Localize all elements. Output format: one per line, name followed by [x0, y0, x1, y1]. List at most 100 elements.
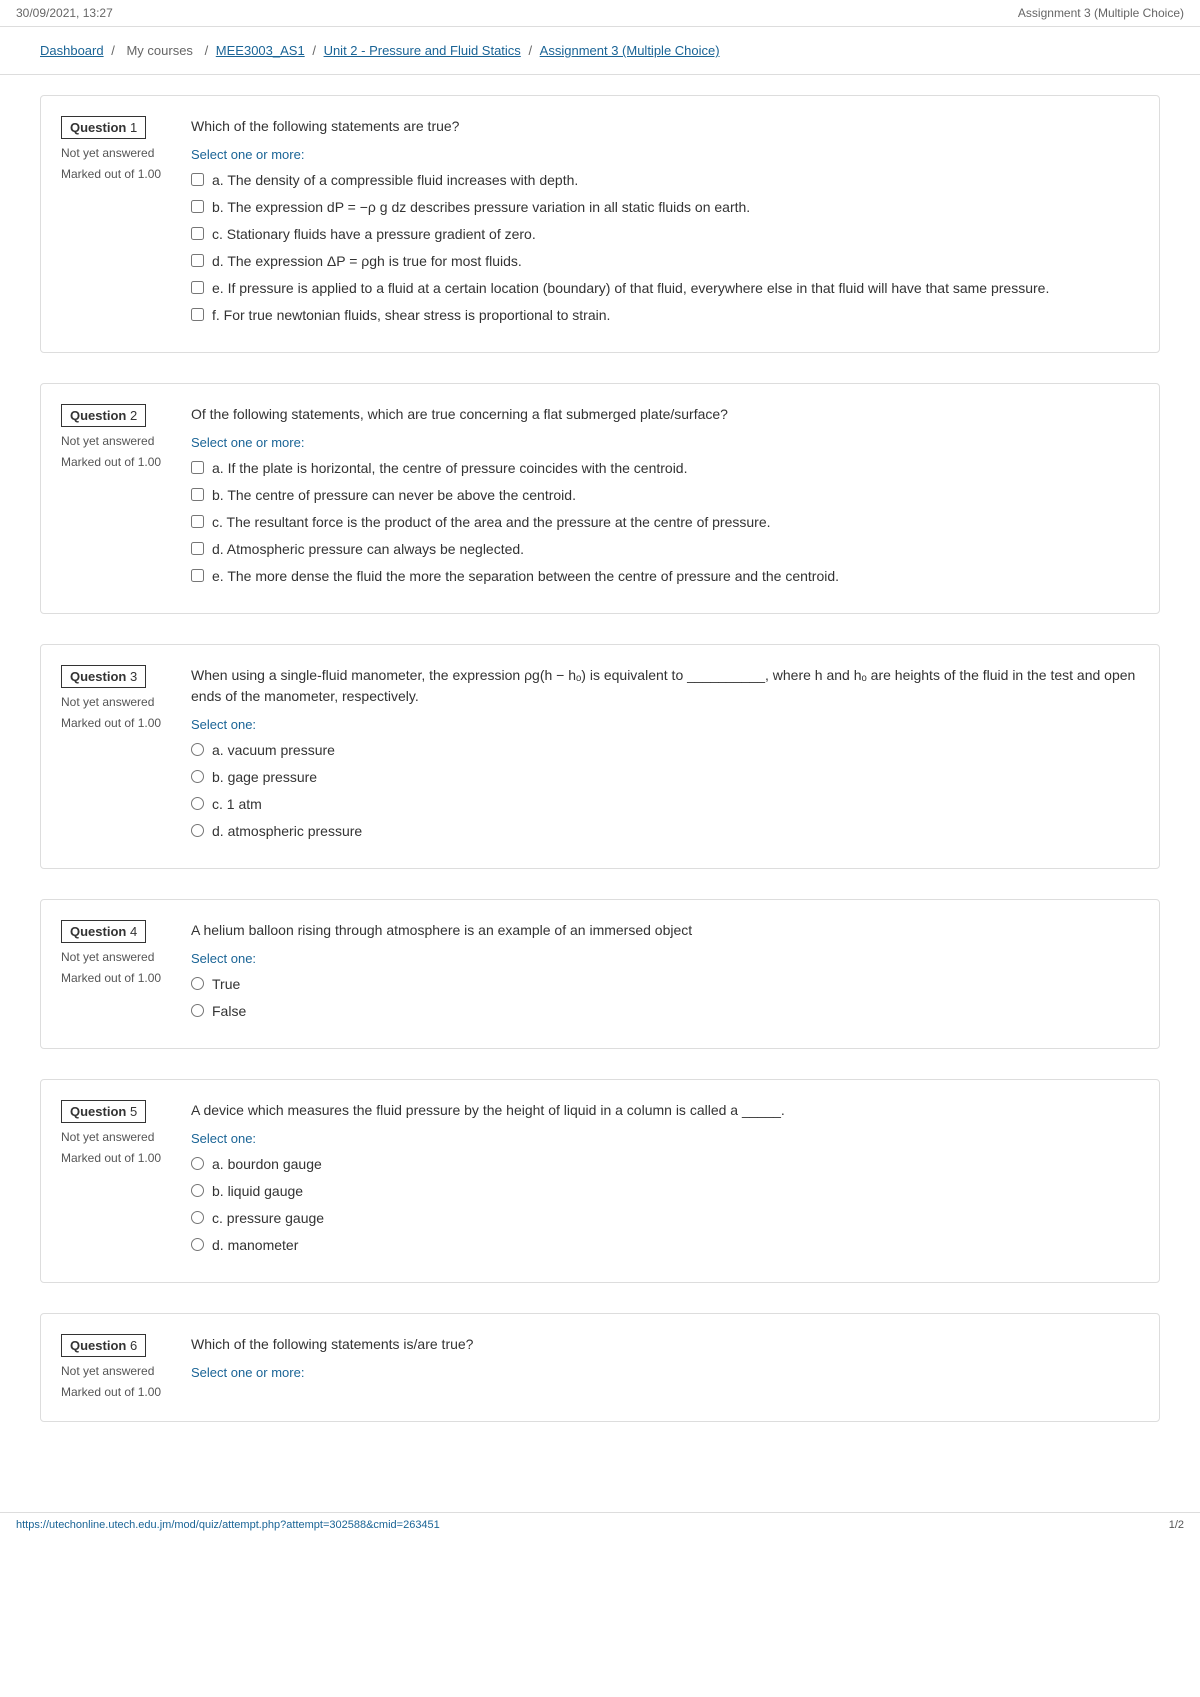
page-title: Assignment 3 (Multiple Choice) — [1018, 6, 1184, 20]
option-input-2-4[interactable] — [191, 569, 204, 582]
option-row-1-4: e. If pressure is applied to a fluid at … — [191, 278, 1139, 299]
option-input-2-0[interactable] — [191, 461, 204, 474]
option-label-2-4: e. The more dense the fluid the more the… — [212, 566, 839, 587]
question-label-4: Question 4 — [61, 920, 146, 943]
option-row-5-2: c. pressure gauge — [191, 1208, 1139, 1229]
option-row-2-2: c. The resultant force is the product of… — [191, 512, 1139, 533]
page-url[interactable]: https://utechonline.utech.edu.jm/mod/qui… — [16, 1519, 440, 1531]
option-row-1-1: b. The expression dP = −ρ g dz describes… — [191, 197, 1139, 218]
option-input-5-2[interactable] — [191, 1211, 204, 1224]
option-input-3-0[interactable] — [191, 743, 204, 756]
question-label-5: Question 5 — [61, 1100, 146, 1123]
option-label-2-2: c. The resultant force is the product of… — [212, 512, 771, 533]
question-sidebar-2: Question 2Not yet answeredMarked out of … — [61, 404, 171, 593]
question-label-1: Question 1 — [61, 116, 146, 139]
question-block-2: Question 2Not yet answeredMarked out of … — [40, 383, 1160, 614]
option-row-1-2: c. Stationary fluids have a pressure gra… — [191, 224, 1139, 245]
option-row-3-1: b. gage pressure — [191, 767, 1139, 788]
question-sidebar-5: Question 5Not yet answeredMarked out of … — [61, 1100, 171, 1262]
question-status-5: Not yet answered — [61, 1129, 171, 1146]
question-mark-6: Marked out of 1.00 — [61, 1384, 171, 1401]
question-body-5: A device which measures the fluid pressu… — [191, 1100, 1139, 1262]
option-input-5-1[interactable] — [191, 1184, 204, 1197]
breadcrumb-course[interactable]: MEE3003_AS1 — [216, 43, 305, 58]
select-label-3: Select one: — [191, 717, 1139, 732]
option-row-1-5: f. For true newtonian fluids, shear stre… — [191, 305, 1139, 326]
option-input-2-2[interactable] — [191, 515, 204, 528]
option-label-5-3: d. manometer — [212, 1235, 298, 1256]
option-input-4-0[interactable] — [191, 977, 204, 990]
option-row-2-4: e. The more dense the fluid the more the… — [191, 566, 1139, 587]
question-label-3: Question 3 — [61, 665, 146, 688]
option-input-4-1[interactable] — [191, 1004, 204, 1017]
option-label-1-5: f. For true newtonian fluids, shear stre… — [212, 305, 610, 326]
option-input-5-3[interactable] — [191, 1238, 204, 1251]
option-input-3-2[interactable] — [191, 797, 204, 810]
question-mark-1: Marked out of 1.00 — [61, 166, 171, 183]
option-input-2-1[interactable] — [191, 488, 204, 501]
option-row-5-1: b. liquid gauge — [191, 1181, 1139, 1202]
page-number: 1/2 — [1169, 1519, 1184, 1531]
option-row-3-3: d. atmospheric pressure — [191, 821, 1139, 842]
option-input-3-3[interactable] — [191, 824, 204, 837]
option-row-2-0: a. If the plate is horizontal, the centr… — [191, 458, 1139, 479]
question-status-2: Not yet answered — [61, 433, 171, 450]
option-input-1-1[interactable] — [191, 200, 204, 213]
question-block-6: Question 6 Not yet answered Marked out of … — [40, 1313, 1160, 1422]
question-label-6: Question 6 — [61, 1334, 146, 1357]
breadcrumb-unit[interactable]: Unit 2 - Pressure and Fluid Statics — [324, 43, 521, 58]
option-input-2-3[interactable] — [191, 542, 204, 555]
question-body-2: Of the following statements, which are t… — [191, 404, 1139, 593]
option-label-2-0: a. If the plate is horizontal, the centr… — [212, 458, 687, 479]
option-row-3-2: c. 1 atm — [191, 794, 1139, 815]
option-input-1-0[interactable] — [191, 173, 204, 186]
question-text-1: Which of the following statements are tr… — [191, 116, 1139, 137]
option-input-5-0[interactable] — [191, 1157, 204, 1170]
question-block-4: Question 4 Not yet answered Marked out of … — [40, 899, 1160, 1049]
breadcrumb-dashboard[interactable]: Dashboard — [40, 43, 104, 58]
question-text-4: A helium balloon rising through atmosphe… — [191, 920, 1139, 941]
select-label-4: Select one: — [191, 951, 1139, 966]
question-sidebar-1: Question 1 Not yet answered Marked out of … — [61, 116, 171, 332]
question-block-1: Question 1 Not yet answered Marked out of … — [40, 95, 1160, 353]
option-label-4-1: False — [212, 1001, 246, 1022]
question-status-3: Not yet answered — [61, 694, 171, 711]
select-label-1: Select one or more: — [191, 147, 1139, 162]
question-text-5: A device which measures the fluid pressu… — [191, 1100, 1139, 1121]
option-label-5-1: b. liquid gauge — [212, 1181, 303, 1202]
option-row-4-0: True — [191, 974, 1139, 995]
option-input-1-3[interactable] — [191, 254, 204, 267]
question-mark-2: Marked out of 1.00 — [61, 454, 171, 471]
breadcrumb: Dashboard / My courses / MEE3003_AS1 / U… — [0, 27, 1200, 75]
question-block-3: Question 3Not yet answeredMarked out of … — [40, 644, 1160, 869]
question-body-6: Which of the following statements is/are… — [191, 1334, 1139, 1401]
question-body-4: A helium balloon rising through atmosphe… — [191, 920, 1139, 1028]
question-block-5: Question 5Not yet answeredMarked out of … — [40, 1079, 1160, 1283]
question-mark-4: Marked out of 1.00 — [61, 970, 171, 987]
option-label-1-0: a. The density of a compressible fluid i… — [212, 170, 578, 191]
option-row-1-0: a. The density of a compressible fluid i… — [191, 170, 1139, 191]
breadcrumb-mycourses: My courses — [126, 43, 192, 58]
question-status-4: Not yet answered — [61, 949, 171, 966]
option-label-3-1: b. gage pressure — [212, 767, 317, 788]
option-row-4-1: False — [191, 1001, 1139, 1022]
option-label-5-2: c. pressure gauge — [212, 1208, 324, 1229]
option-label-1-1: b. The expression dP = −ρ g dz describes… — [212, 197, 750, 218]
option-input-1-4[interactable] — [191, 281, 204, 294]
option-input-1-2[interactable] — [191, 227, 204, 240]
question-body-1: Which of the following statements are tr… — [191, 116, 1139, 332]
option-row-5-3: d. manometer — [191, 1235, 1139, 1256]
option-label-3-3: d. atmospheric pressure — [212, 821, 362, 842]
question-status-6: Not yet answered — [61, 1363, 171, 1380]
option-row-3-0: a. vacuum pressure — [191, 740, 1139, 761]
option-input-1-5[interactable] — [191, 308, 204, 321]
breadcrumb-assignment[interactable]: Assignment 3 (Multiple Choice) — [540, 43, 720, 58]
option-row-1-3: d. The expression ΔP = ρgh is true for m… — [191, 251, 1139, 272]
main-content: Question 1 Not yet answered Marked out of … — [0, 75, 1200, 1472]
option-label-3-0: a. vacuum pressure — [212, 740, 335, 761]
question-text-6: Which of the following statements is/are… — [191, 1334, 1139, 1355]
question-status-1: Not yet answered — [61, 145, 171, 162]
option-label-3-2: c. 1 atm — [212, 794, 262, 815]
option-input-3-1[interactable] — [191, 770, 204, 783]
question-text-2: Of the following statements, which are t… — [191, 404, 1139, 425]
